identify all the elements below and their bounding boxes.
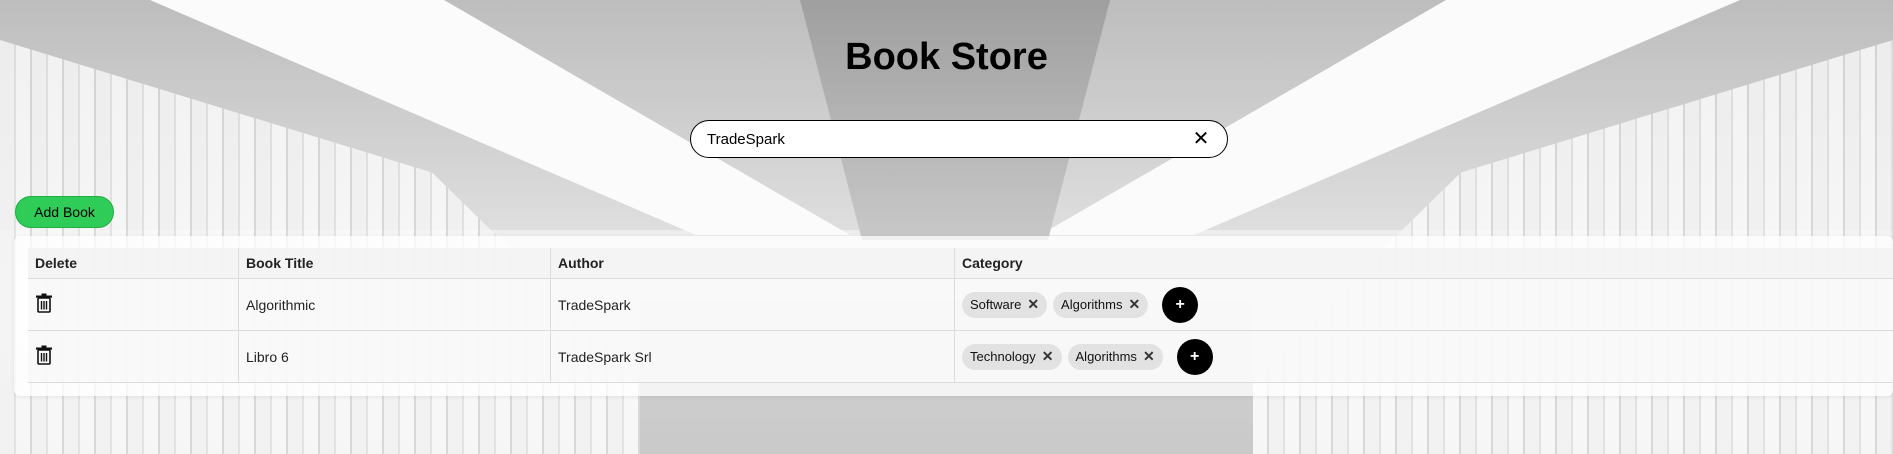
category-cell: Software ✕ Algorithms ✕ + xyxy=(954,278,1893,331)
book-title-cell: Algorithmic xyxy=(238,278,551,331)
category-tag: Software ✕ xyxy=(962,291,1048,318)
category-tag: Technology ✕ xyxy=(962,343,1062,370)
close-icon[interactable]: ✕ xyxy=(1191,129,1211,149)
add-category-button[interactable]: + xyxy=(1176,338,1213,375)
remove-tag-icon[interactable]: ✕ xyxy=(1027,296,1039,313)
books-table: Delete Book Title Author Category Algori… xyxy=(28,248,1893,383)
category-tag-label: Software xyxy=(970,297,1022,312)
books-table-panel: Delete Book Title Author Category Algori… xyxy=(14,236,1893,396)
search-bar: ✕ xyxy=(690,120,1228,158)
remove-tag-icon[interactable]: ✕ xyxy=(1128,296,1140,313)
table-row: Algorithmic TradeSpark Software ✕ Algori… xyxy=(28,278,1893,331)
add-book-button[interactable]: Add Book xyxy=(15,196,114,228)
add-category-button[interactable]: + xyxy=(1162,286,1199,323)
column-header-delete: Delete xyxy=(28,248,239,279)
search-input[interactable] xyxy=(707,121,1167,157)
author-cell: TradeSpark xyxy=(550,278,955,331)
author-cell: TradeSpark Srl xyxy=(550,330,955,383)
remove-tag-icon[interactable]: ✕ xyxy=(1042,348,1054,365)
trash-icon[interactable] xyxy=(35,293,53,313)
category-tag-label: Technology xyxy=(970,349,1036,364)
remove-tag-icon[interactable]: ✕ xyxy=(1143,348,1155,365)
table-header-row: Delete Book Title Author Category xyxy=(28,248,1893,279)
column-header-author: Author xyxy=(550,248,955,279)
delete-cell xyxy=(28,278,239,331)
trash-icon[interactable] xyxy=(35,345,53,365)
category-tag-label: Algorithms xyxy=(1075,349,1137,364)
table-row: Libro 6 TradeSpark Srl Technology ✕ Algo… xyxy=(28,330,1893,383)
book-title-cell: Libro 6 xyxy=(238,330,551,383)
page-title: Book Store xyxy=(845,36,1048,78)
delete-cell xyxy=(28,330,239,383)
category-cell: Technology ✕ Algorithms ✕ + xyxy=(954,330,1893,383)
category-tag-label: Algorithms xyxy=(1061,297,1123,312)
category-tag: Algorithms ✕ xyxy=(1053,291,1149,318)
category-tag: Algorithms ✕ xyxy=(1067,343,1163,370)
column-header-category: Category xyxy=(954,248,1893,279)
column-header-book-title: Book Title xyxy=(238,248,551,279)
